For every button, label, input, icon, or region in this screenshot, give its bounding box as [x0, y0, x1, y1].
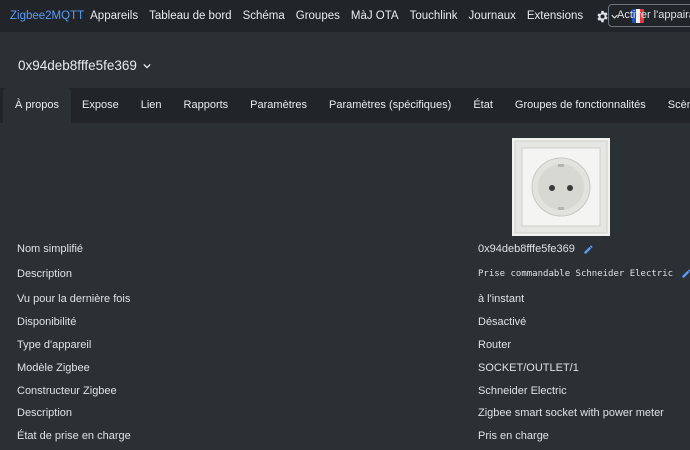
nav-link-logs[interactable]: Journaux	[469, 10, 516, 22]
info-label: Nom simplifié	[17, 243, 84, 255]
info-label: Vu pour la dernière fois	[17, 293, 131, 305]
support-status-link[interactable]: Pris en charge	[478, 430, 549, 442]
info-label: Modèle Zigbee	[17, 362, 90, 374]
info-row-zigbee-model: Modèle Zigbee SOCKET/OUTLET/1	[17, 362, 687, 380]
tab-exposes[interactable]: Expose	[71, 88, 130, 123]
last-seen-value: à l'instant	[478, 293, 525, 305]
permit-join-button[interactable]: Activer l'appairage	[608, 4, 690, 27]
device-tabs: À propos Expose Lien Rapports Paramètres…	[0, 88, 690, 123]
nav-link-devices[interactable]: Appareils	[90, 10, 138, 22]
info-label: Disponibilité	[17, 316, 77, 328]
tab-settings-specific[interactable]: Paramètres (spécifiques)	[318, 88, 462, 123]
nav-link-touchlink[interactable]: Touchlink	[410, 10, 458, 22]
info-row-friendly-name: Nom simplifié 0x94deb8fffe5fe369	[17, 243, 687, 261]
info-label: Description	[17, 407, 73, 419]
info-row-description: Description Prise commandable Schneider …	[17, 268, 690, 286]
device-selector[interactable]: 0x94deb8fffe5fe369	[18, 58, 151, 73]
tab-bind[interactable]: Lien	[130, 88, 173, 123]
info-row-support-status: État de prise en charge Pris en charge	[17, 430, 687, 448]
edit-icon[interactable]	[681, 268, 690, 279]
brand-link[interactable]: Zigbee2MQTT	[10, 10, 84, 22]
tab-scene[interactable]: Scène	[657, 88, 690, 123]
tab-state[interactable]: État	[462, 88, 504, 123]
friendly-name-value: 0x94deb8fffe5fe369	[478, 243, 575, 255]
info-value: Prise commandable Schneider Electric	[478, 268, 690, 279]
info-label: Description	[17, 268, 73, 280]
edit-icon[interactable]	[583, 244, 594, 255]
info-row-model-description: Description Zigbee smart socket with pow…	[17, 407, 687, 425]
tab-clusters[interactable]: Groupes de fonctionnalités	[504, 88, 657, 123]
chevron-down-icon	[143, 63, 151, 69]
tab-about[interactable]: À propos	[3, 88, 72, 123]
manufacturer-value: Schneider Electric	[478, 385, 567, 397]
info-row-availability: Disponibilité Désactivé	[17, 316, 687, 334]
info-row-device-type: Type d'appareil Router	[17, 339, 687, 357]
nav-link-extensions[interactable]: Extensions	[527, 10, 583, 22]
nav-link-groups[interactable]: Groupes	[296, 10, 340, 22]
zigbee-model-value: SOCKET/OUTLET/1	[478, 362, 579, 374]
nav-link-map[interactable]: Schéma	[243, 10, 285, 22]
tab-reporting[interactable]: Rapports	[173, 88, 240, 123]
model-description-value: Zigbee smart socket with power meter	[478, 407, 664, 419]
info-row-last-seen: Vu pour la dernière fois à l'instant	[17, 293, 687, 311]
top-navbar: Zigbee2MQTT Appareils Tableau de bord Sc…	[0, 0, 690, 32]
availability-link[interactable]: Désactivé	[478, 316, 526, 328]
description-value: Prise commandable Schneider Electric	[478, 268, 674, 279]
info-row-manufacturer: Constructeur Zigbee Schneider Electric	[17, 385, 687, 403]
info-label: État de prise en charge	[17, 430, 131, 442]
info-label: Type d'appareil	[17, 339, 92, 351]
info-value: 0x94deb8fffe5fe369	[478, 243, 594, 255]
tab-settings[interactable]: Paramètres	[239, 88, 318, 123]
device-image	[512, 138, 610, 236]
nav-link-dashboard[interactable]: Tableau de bord	[149, 10, 231, 22]
device-friendly-name: 0x94deb8fffe5fe369	[18, 58, 137, 73]
device-type-value: Router	[478, 339, 512, 351]
about-panel: Nom simplifié 0x94deb8fffe5fe369 Descrip…	[0, 123, 690, 450]
info-label: Constructeur Zigbee	[17, 385, 117, 397]
nav-link-ota[interactable]: MàJ OTA	[351, 10, 399, 22]
